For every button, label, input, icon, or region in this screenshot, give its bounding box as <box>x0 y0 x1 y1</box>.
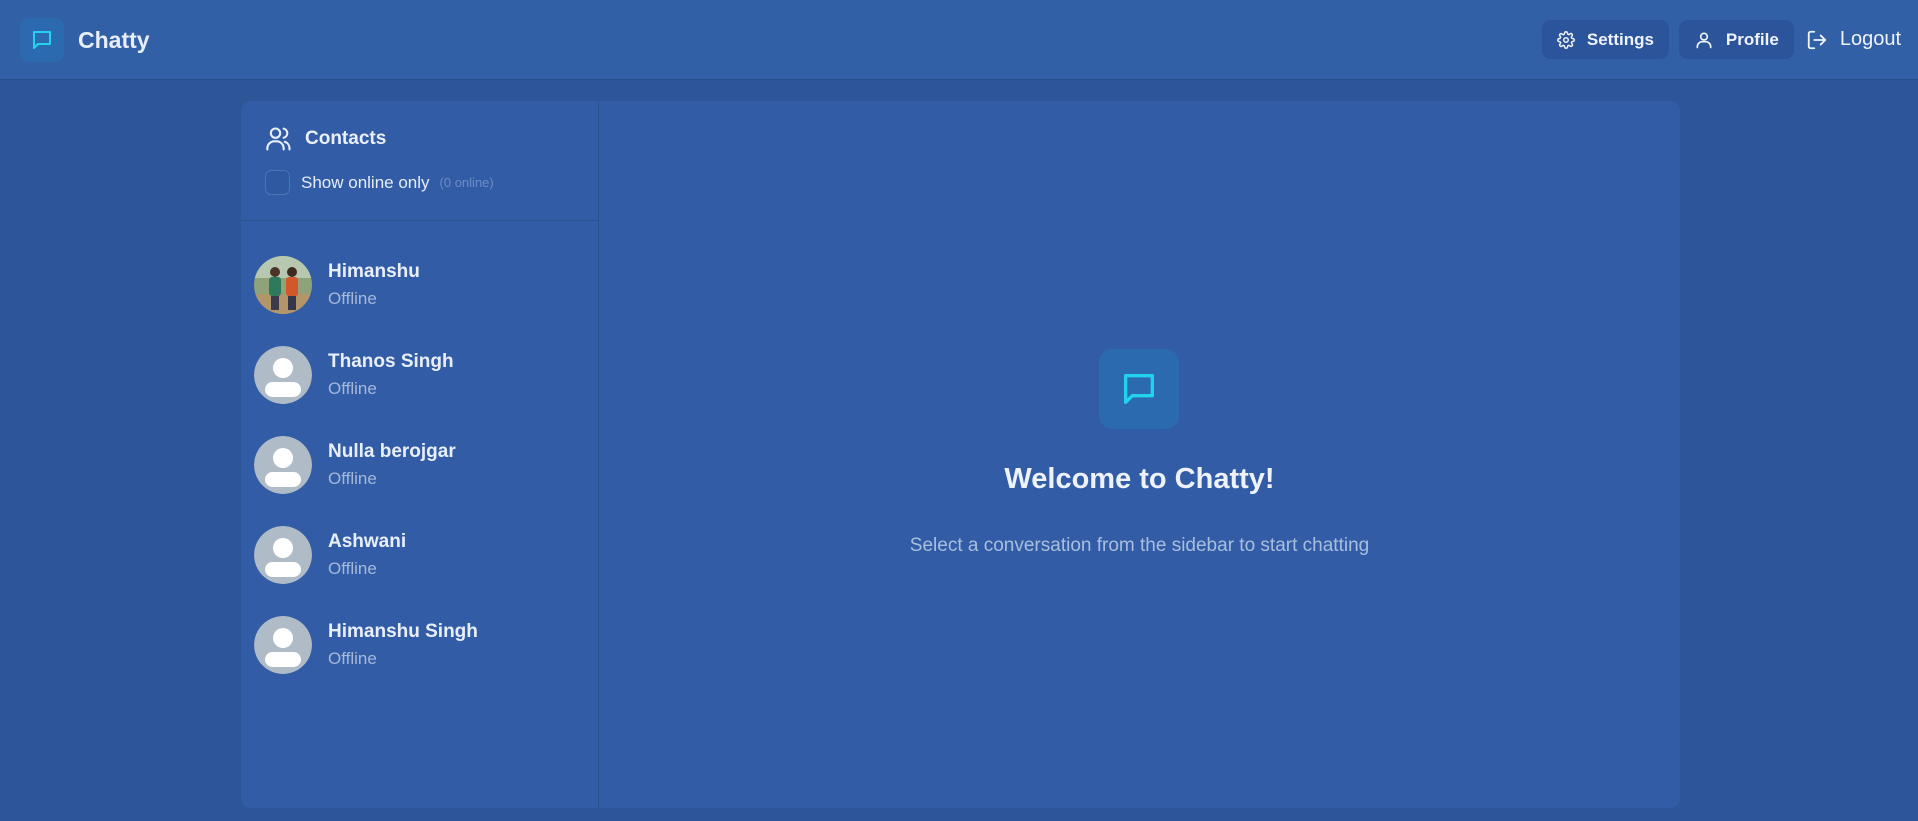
logout-button[interactable]: Logout <box>1806 28 1901 51</box>
profile-button[interactable]: Profile <box>1678 20 1794 59</box>
contact-name: Thanos Singh <box>328 351 454 372</box>
contact-item[interactable]: Nulla berojgar Offline <box>254 427 584 503</box>
top-navbar: Chatty Settings Profile Logout <box>0 0 1918 80</box>
show-online-checkbox[interactable] <box>265 170 290 195</box>
profile-label: Profile <box>1725 29 1779 49</box>
online-count: (0 online) <box>439 175 494 190</box>
default-avatar-icon <box>254 616 312 674</box>
nav-actions: Settings Profile Logout <box>1532 20 1901 59</box>
default-avatar-icon <box>254 436 312 494</box>
contact-status: Offline <box>328 469 377 488</box>
default-avatar-icon <box>254 346 312 404</box>
contact-item[interactable]: Himanshu Singh Offline <box>254 607 584 683</box>
contacts-sidebar: Contacts Show online only (0 online) Him… <box>241 101 599 808</box>
chat-panel: Contacts Show online only (0 online) Him… <box>241 101 1680 808</box>
contact-name: Himanshu <box>328 261 420 282</box>
contact-status: Offline <box>328 289 377 308</box>
contacts-title: Contacts <box>305 128 387 149</box>
user-icon <box>1696 31 1712 48</box>
logout-icon <box>1807 30 1826 49</box>
settings-label: Settings <box>1586 29 1654 49</box>
chat-bubble-icon <box>20 18 64 62</box>
contact-status: Offline <box>328 379 377 398</box>
contact-status: Offline <box>328 649 377 668</box>
contact-status: Offline <box>328 559 377 578</box>
sidebar-header: Contacts Show online only (0 online) <box>241 101 598 221</box>
contact-item[interactable]: Thanos Singh Offline <box>254 337 584 413</box>
contact-name: Ashwani <box>328 531 407 552</box>
app-name: Chatty <box>78 26 150 53</box>
brand[interactable]: Chatty <box>20 18 150 62</box>
contact-item[interactable]: Ashwani Offline <box>254 517 584 593</box>
settings-button[interactable]: Settings <box>1541 20 1669 59</box>
welcome-title: Welcome to Chatty! <box>1004 463 1275 495</box>
logout-label: Logout <box>1839 28 1901 50</box>
default-avatar-icon <box>254 526 312 584</box>
avatar <box>254 256 312 314</box>
welcome-screen: Welcome to Chatty! Select a conversation… <box>599 101 1680 808</box>
show-online-label[interactable]: Show online only <box>301 173 430 193</box>
welcome-subtitle: Select a conversation from the sidebar t… <box>909 535 1370 556</box>
users-icon <box>266 127 291 151</box>
contacts-heading: Contacts <box>265 125 386 153</box>
contact-name: Himanshu Singh <box>328 621 478 642</box>
chat-bubble-icon <box>1099 349 1179 429</box>
contact-name: Nulla berojgar <box>328 441 456 462</box>
gear-icon <box>1556 30 1575 49</box>
online-filter[interactable]: Show online only (0 online) <box>265 170 494 195</box>
contact-item[interactable]: Himanshu Offline <box>254 247 584 323</box>
